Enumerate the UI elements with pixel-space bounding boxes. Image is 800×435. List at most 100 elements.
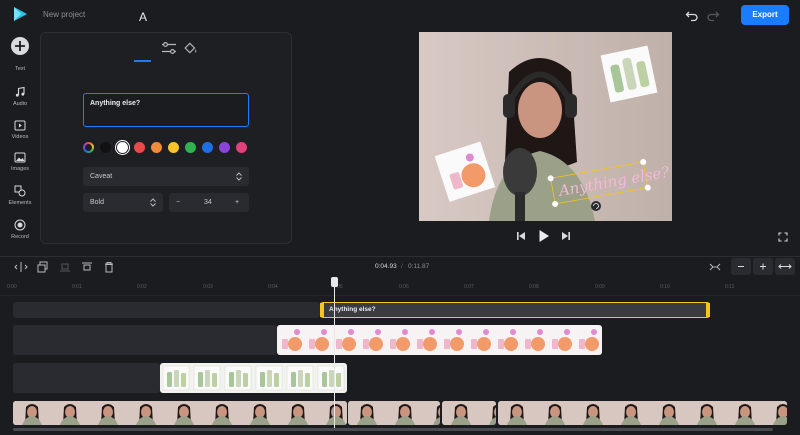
tick-label: 0:01 xyxy=(72,284,82,290)
add-text-button[interactable] xyxy=(11,37,29,55)
text-clip[interactable]: Anything else? xyxy=(320,302,710,318)
text-properties-panel xyxy=(40,32,292,244)
align-top-icon[interactable] xyxy=(80,261,94,273)
decrease-size-button[interactable]: − xyxy=(176,193,180,212)
rail-item-videos[interactable]: Videos xyxy=(0,120,40,140)
clip-thumbnails xyxy=(348,401,440,425)
track-background xyxy=(13,302,320,318)
color-swatch-selected[interactable] xyxy=(115,140,130,155)
rail-item-label: Elements xyxy=(8,200,32,206)
time-separator: / xyxy=(401,263,403,270)
track-background xyxy=(13,363,160,393)
paint-bucket-icon[interactable] xyxy=(182,41,200,55)
playhead-handle[interactable] xyxy=(331,277,338,287)
zoom-out-button[interactable] xyxy=(731,258,751,275)
tick-label: 0:11 xyxy=(725,284,735,290)
split-icon[interactable] xyxy=(14,261,28,273)
project-title[interactable]: New project xyxy=(43,10,85,19)
chevron-updown-icon xyxy=(150,198,156,207)
increase-size-button[interactable]: + xyxy=(235,193,239,212)
color-swatch[interactable] xyxy=(219,142,230,153)
color-swatch[interactable] xyxy=(236,142,247,153)
shapes-icon xyxy=(14,185,26,197)
timeline-scrollbar[interactable] xyxy=(13,428,773,431)
video-clip[interactable] xyxy=(442,401,496,425)
rail-item-label: Text xyxy=(14,66,26,72)
video-clip[interactable] xyxy=(348,401,440,425)
video-clip[interactable] xyxy=(498,401,787,425)
rail-item-elements[interactable]: Elements xyxy=(0,185,40,206)
tick-label: 0:00 xyxy=(7,284,17,290)
clip-thumbnails xyxy=(13,401,347,425)
expand-timeline-button[interactable] xyxy=(775,258,795,275)
clip-thumbnails xyxy=(442,401,496,425)
svg-text:A: A xyxy=(139,10,147,23)
clip-thumbnails xyxy=(162,365,345,391)
minus-icon xyxy=(738,266,744,267)
tick-label: 0:04 xyxy=(268,284,278,290)
total-time: 0:11.87 xyxy=(408,263,430,270)
video-preview[interactable]: Anything else? xyxy=(419,32,672,221)
tick-label: 0:10 xyxy=(660,284,670,290)
sticker-clip-perfume[interactable] xyxy=(277,325,602,355)
color-swatch[interactable] xyxy=(134,142,145,153)
zoom-in-button[interactable] xyxy=(753,258,773,275)
rail-item-audio[interactable]: Audio xyxy=(0,86,40,107)
timeline-toolbar xyxy=(0,256,800,278)
text-content-field[interactable]: Anything else? xyxy=(83,93,249,127)
rail-item-label: Record xyxy=(11,234,29,240)
tick-label: 0:09 xyxy=(595,284,605,290)
color-swatch[interactable] xyxy=(202,142,213,153)
clip-trim-handle-left[interactable] xyxy=(320,303,324,317)
current-time: 0:04.93 xyxy=(375,263,397,270)
font-weight-select[interactable]: Bold xyxy=(83,193,163,212)
tick-label: 0:02 xyxy=(137,284,147,290)
color-picker-swatch[interactable] xyxy=(83,142,94,153)
font-family-select[interactable]: Caveat xyxy=(83,167,249,186)
clip-thumbnails xyxy=(498,401,787,425)
rail-item-record[interactable]: Record xyxy=(0,219,40,240)
plus-icon xyxy=(15,41,25,51)
play-icon[interactable] xyxy=(538,229,550,243)
playhead-line[interactable] xyxy=(334,279,335,429)
text-style-icon[interactable]: A xyxy=(136,9,154,23)
font-size-value[interactable]: 34 xyxy=(204,193,212,212)
fit-timeline-icon[interactable] xyxy=(708,261,722,273)
tick-label: 0:03 xyxy=(203,284,213,290)
app-logo[interactable] xyxy=(12,6,28,22)
rail-item-label: Images xyxy=(10,166,30,172)
image-icon xyxy=(14,152,26,163)
music-note-icon xyxy=(15,86,25,97)
plus-icon xyxy=(760,263,766,270)
align-bottom-icon[interactable] xyxy=(58,261,72,273)
rail-item-text[interactable]: Text xyxy=(0,66,40,72)
sticker-clip-bottles[interactable] xyxy=(160,363,347,393)
tick-label: 0:08 xyxy=(529,284,539,290)
skip-back-icon[interactable] xyxy=(516,231,526,241)
top-bar: New project Export xyxy=(0,0,800,30)
record-icon xyxy=(14,219,26,231)
preview-frame: Anything else? xyxy=(419,32,672,221)
chevron-updown-icon xyxy=(236,172,242,181)
export-button[interactable]: Export xyxy=(741,5,789,25)
trash-icon[interactable] xyxy=(102,261,116,273)
color-swatch[interactable] xyxy=(185,142,196,153)
font-size-stepper[interactable]: − 34 + xyxy=(169,193,249,212)
redo-icon[interactable] xyxy=(706,8,720,22)
clip-trim-handle-right[interactable] xyxy=(706,303,710,317)
active-tab-indicator xyxy=(134,60,151,62)
rail-item-images[interactable]: Images xyxy=(0,152,40,172)
video-clip[interactable] xyxy=(13,401,347,425)
color-swatch[interactable] xyxy=(100,142,111,153)
arrows-expand-icon xyxy=(778,264,792,269)
duplicate-icon[interactable] xyxy=(36,261,50,273)
undo-icon[interactable] xyxy=(685,8,699,22)
font-weight-value: Bold xyxy=(90,199,105,206)
skip-forward-icon[interactable] xyxy=(561,231,571,241)
fullscreen-icon[interactable] xyxy=(778,232,788,242)
color-swatch[interactable] xyxy=(151,142,162,153)
sliders-icon[interactable] xyxy=(160,41,178,55)
track-background xyxy=(13,325,277,355)
color-swatch[interactable] xyxy=(168,142,179,153)
ruler-divider xyxy=(0,295,800,296)
